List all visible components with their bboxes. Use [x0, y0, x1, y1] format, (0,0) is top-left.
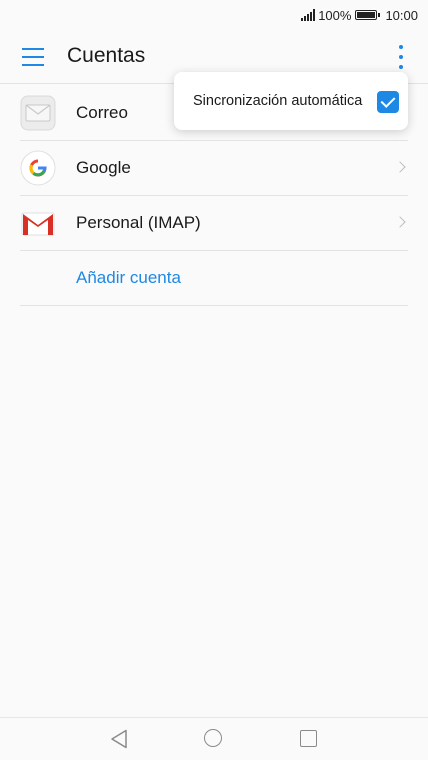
battery-percentage: 100%	[318, 7, 352, 23]
mail-envelope-icon	[20, 95, 56, 131]
navigation-bar	[0, 717, 428, 760]
account-label: Google	[76, 158, 131, 177]
add-account-item[interactable]: Añadir cuenta	[20, 251, 408, 306]
account-item-personal-imap[interactable]: Personal (IMAP)	[20, 196, 408, 251]
account-item-google[interactable]: Google	[20, 141, 408, 196]
popup-menu: Sincronización automática	[174, 72, 408, 130]
auto-sync-checkbox[interactable]	[377, 91, 399, 113]
battery-icon	[355, 10, 381, 20]
add-account-link[interactable]: Añadir cuenta	[76, 268, 181, 288]
gmail-icon	[21, 212, 55, 236]
overflow-menu-icon[interactable]	[398, 45, 404, 69]
home-icon[interactable]	[204, 729, 222, 747]
google-icon	[20, 150, 56, 186]
chevron-right-icon	[394, 161, 406, 173]
auto-sync-label[interactable]: Sincronización automática	[193, 93, 362, 109]
signal-icon	[301, 9, 316, 21]
status-bar: 100% 10:00	[0, 0, 428, 30]
back-icon[interactable]	[110, 729, 128, 749]
account-label: Personal (IMAP)	[76, 213, 201, 232]
menu-icon[interactable]	[22, 48, 44, 66]
recents-icon[interactable]	[300, 730, 317, 747]
chevron-right-icon	[394, 216, 406, 228]
status-time: 10:00	[385, 7, 418, 23]
page-title: Cuentas	[67, 44, 146, 67]
account-label: Correo	[76, 103, 128, 122]
